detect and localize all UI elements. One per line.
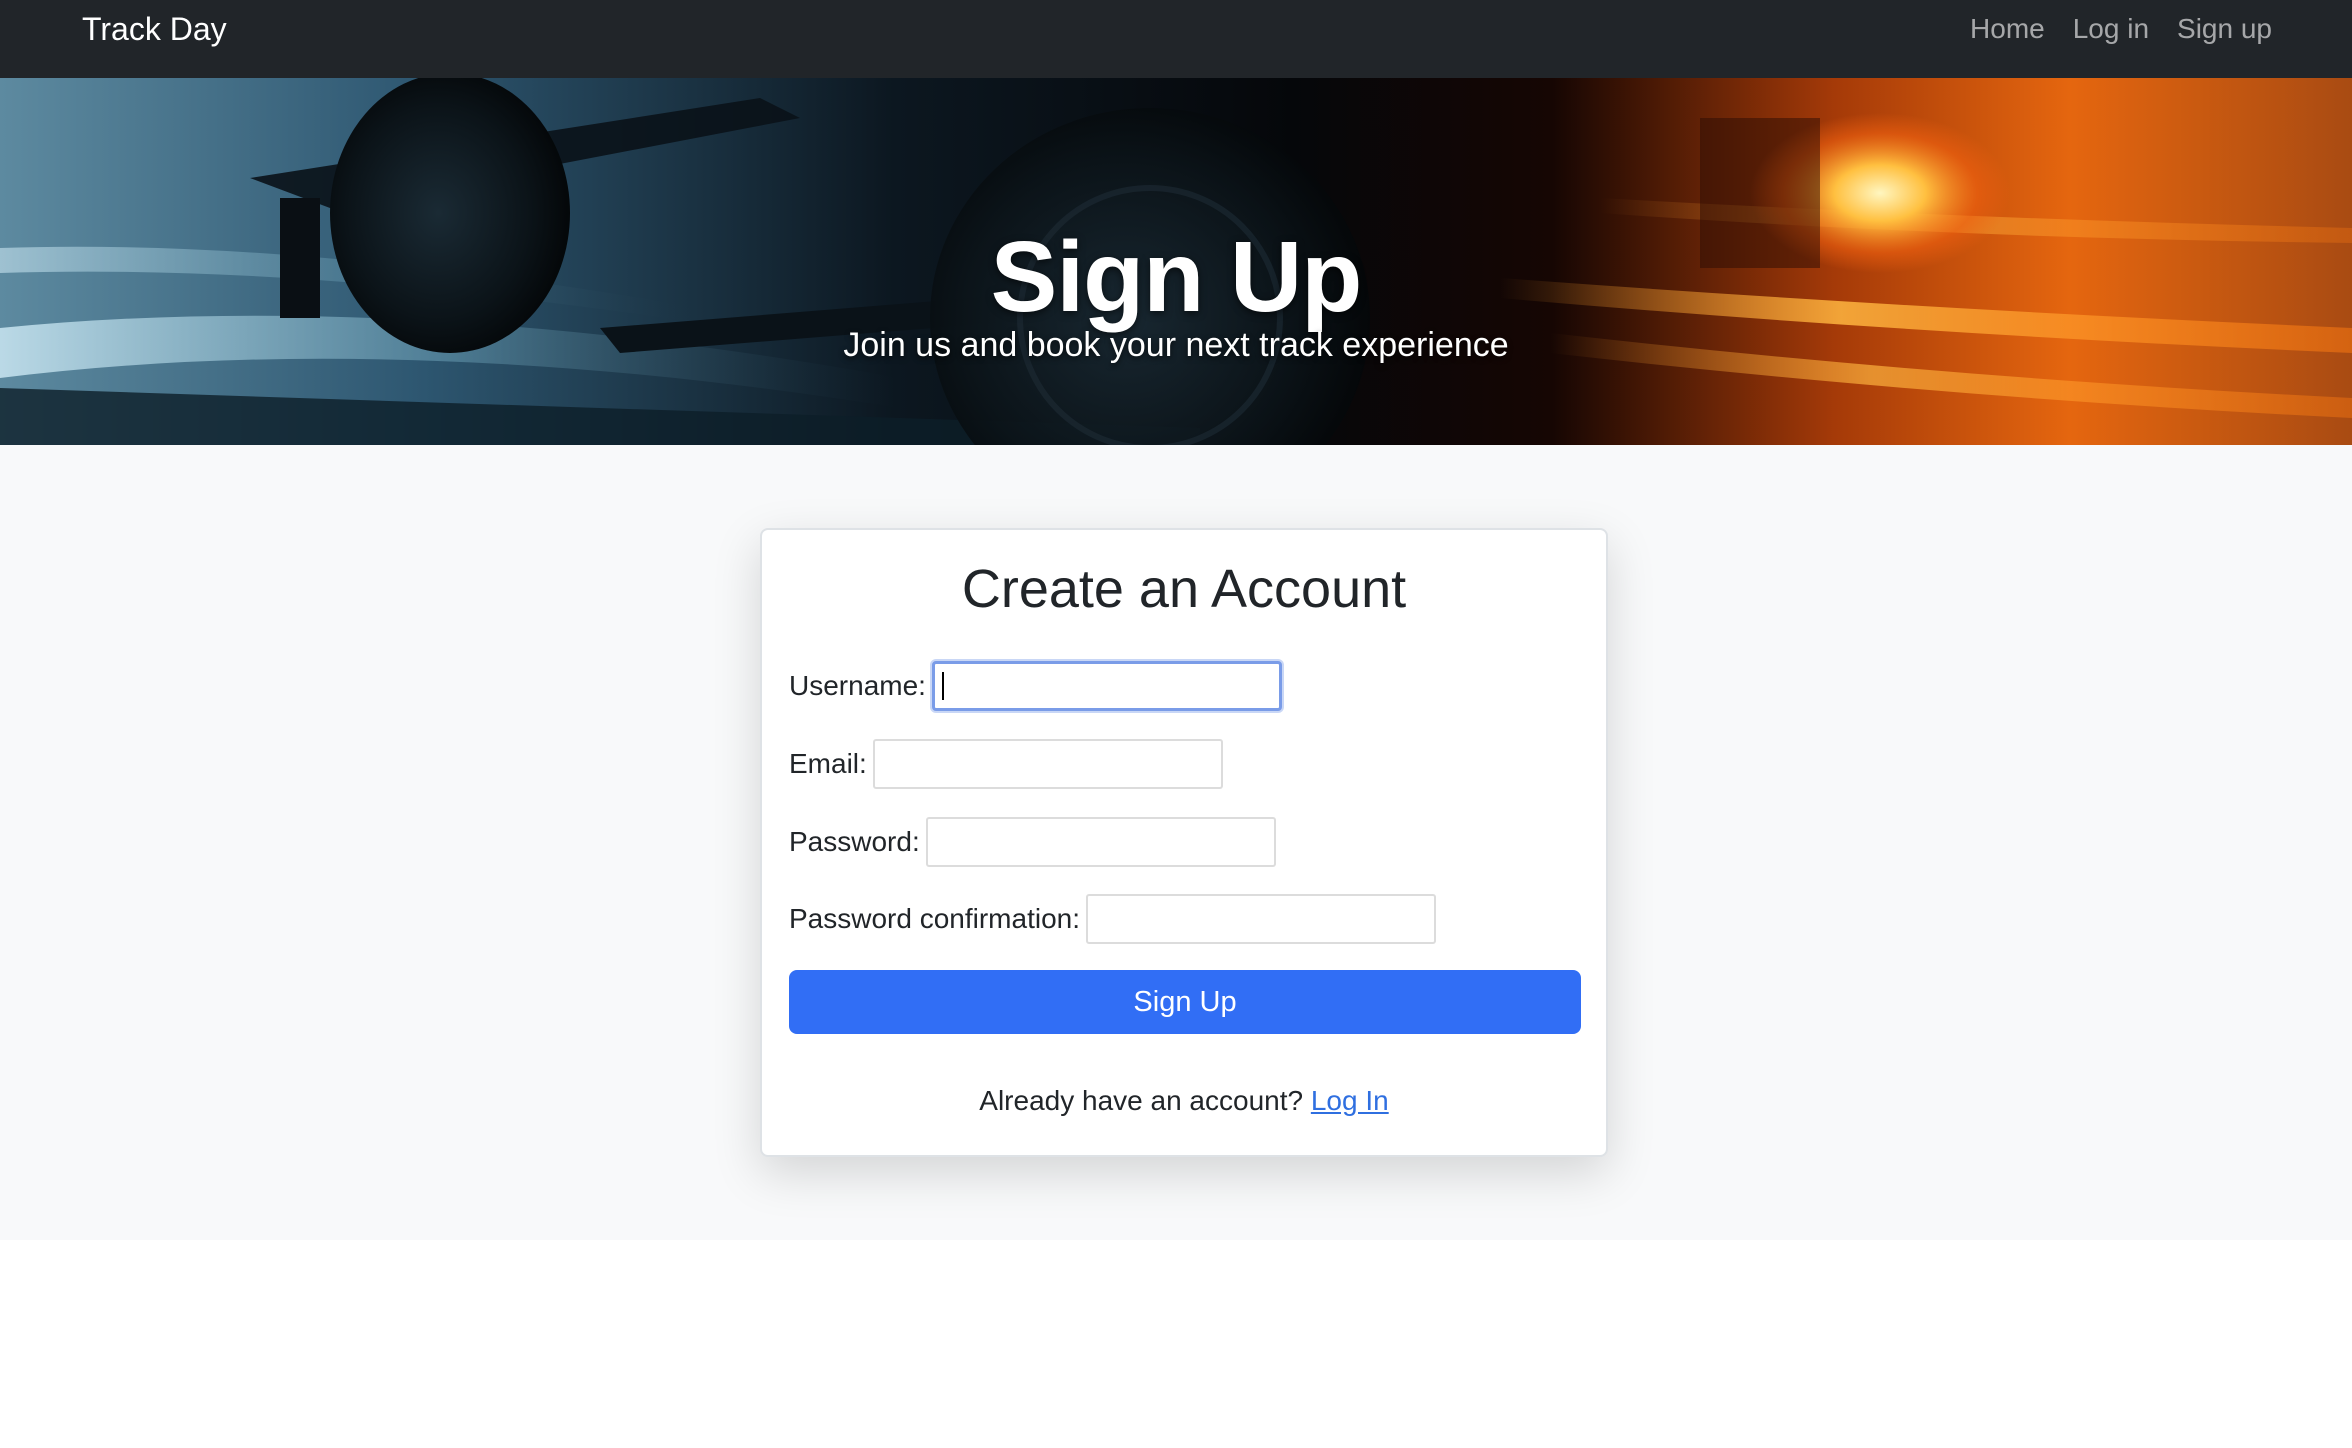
signup-submit-button[interactable]: Sign Up: [789, 970, 1581, 1034]
main-section: Create an Account Username: Email: Passw…: [0, 445, 2352, 1240]
hero-title: Sign Up: [990, 221, 1363, 333]
username-row: Username:: [789, 658, 1282, 714]
email-row: Email:: [789, 736, 1223, 792]
nav-signup-link[interactable]: Sign up: [2177, 15, 2272, 43]
username-label: Username:: [789, 670, 926, 701]
form-heading: Create an Account: [961, 559, 1407, 619]
password-input[interactable]: [925, 817, 1276, 867]
hero-subtitle: Join us and book your next track experie…: [843, 326, 1509, 364]
login-link[interactable]: Log In: [1311, 1085, 1389, 1116]
text-caret: [941, 672, 944, 700]
password-confirmation-input[interactable]: [1086, 894, 1437, 944]
hero-banner: Sign Up Join us and book your next track…: [0, 78, 2352, 445]
password-confirmation-row: Password confirmation:: [789, 891, 1437, 947]
nav-links: Home Log in Sign up: [1970, 15, 2272, 43]
top-navbar: Track Day Home Log in Sign up: [0, 0, 2352, 78]
signup-card: Create an Account Username: Email: Passw…: [760, 528, 1608, 1157]
password-confirmation-label: Password confirmation:: [789, 903, 1081, 934]
login-prompt: Already have an account? Log In: [762, 1085, 1606, 1117]
brand-link[interactable]: Track Day: [82, 13, 227, 45]
nav-login-link[interactable]: Log in: [2073, 15, 2149, 43]
password-label: Password:: [789, 826, 920, 857]
username-input[interactable]: [931, 661, 1282, 711]
password-row: Password:: [789, 814, 1276, 870]
email-input[interactable]: [872, 739, 1223, 789]
login-prompt-text: Already have an account?: [979, 1085, 1304, 1116]
email-label: Email:: [789, 748, 867, 779]
nav-home-link[interactable]: Home: [1970, 15, 2045, 43]
username-input-wrap: [931, 661, 1282, 711]
